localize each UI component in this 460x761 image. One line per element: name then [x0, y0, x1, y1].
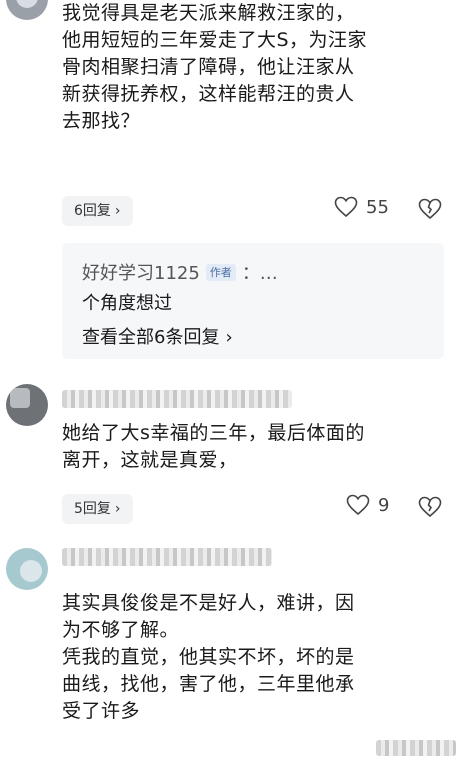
author-badge: 作者	[205, 263, 236, 281]
watermark-blurred	[376, 740, 456, 756]
dislike-button[interactable]	[418, 496, 442, 522]
chevron-right-icon: ›	[114, 501, 121, 517]
commenter-avatar[interactable]	[6, 384, 48, 426]
like-count: 9	[378, 494, 390, 516]
commenter-avatar[interactable]	[6, 0, 48, 20]
reply-author-row: 好好学习1125 作者 ：…	[82, 259, 278, 285]
comment-line: 凭我的直觉，他其实不坏，坏的是	[62, 646, 355, 668]
view-all-label: 查看全部6条回复	[82, 327, 220, 348]
heart-outline-icon	[334, 196, 358, 218]
comment-line: 曲线，找他，害了他，三年里他承	[62, 673, 355, 695]
comment-line: 为不够了解。	[62, 619, 180, 641]
chevron-right-icon: ›	[114, 203, 121, 219]
comment-line: 离开，这就是真爱，	[62, 449, 238, 471]
reply-author-name[interactable]: 好好学习1125	[82, 259, 200, 285]
comment-text: 我觉得具是老天派来解救汪家的， 他用短短的三年爱走了大S，为汪家 骨肉相聚扫清了…	[62, 0, 452, 135]
like-button[interactable]: 55	[334, 196, 389, 218]
replies-button[interactable]: 6回复 ›	[62, 196, 133, 226]
username-blurred	[62, 548, 272, 566]
comment-line: 她给了大s幸福的三年，最后体面的	[62, 422, 365, 444]
comment-line: 去那找？	[62, 110, 141, 132]
view-all-replies-link[interactable]: 查看全部6条回复 ›	[82, 323, 233, 349]
replies-label: 6回复	[74, 203, 111, 219]
username-blurred	[62, 390, 292, 408]
replies-button[interactable]: 5回复 ›	[62, 494, 133, 524]
reply-preview-box[interactable]: 好好学习1125 作者 ：… 个角度想过 查看全部6条回复 ›	[62, 243, 444, 359]
commenter-avatar[interactable]	[6, 548, 48, 590]
like-button[interactable]: 9	[346, 494, 389, 516]
comment-line: 他用短短的三年爱走了大S，为汪家	[62, 29, 368, 51]
broken-heart-icon	[418, 198, 442, 220]
comment-line: 骨肉相聚扫清了障碍，他让汪家从	[62, 56, 355, 78]
chevron-right-icon: ›	[225, 327, 233, 348]
comment-line: 受了许多	[62, 700, 141, 722]
replies-label: 5回复	[74, 501, 111, 517]
comment-line: 我觉得具是老天派来解救汪家的，	[62, 2, 355, 24]
comment-line: 其实具俊俊是不是好人，难讲，因	[62, 592, 355, 614]
comment-line: 新获得抚养权，这样能帮汪的贵人	[62, 83, 355, 105]
comment-text: 她给了大s幸福的三年，最后体面的 离开，这就是真爱，	[62, 420, 452, 474]
comment-text: 其实具俊俊是不是好人，难讲，因 为不够了解。 凭我的直觉，他其实不坏，坏的是 曲…	[62, 590, 452, 725]
reply-text: 个角度想过	[82, 293, 172, 314]
dislike-button[interactable]	[418, 198, 442, 224]
like-count: 55	[366, 196, 389, 218]
broken-heart-icon	[418, 496, 442, 518]
heart-outline-icon	[346, 494, 370, 516]
reply-author-suffix: ：…	[241, 263, 278, 284]
